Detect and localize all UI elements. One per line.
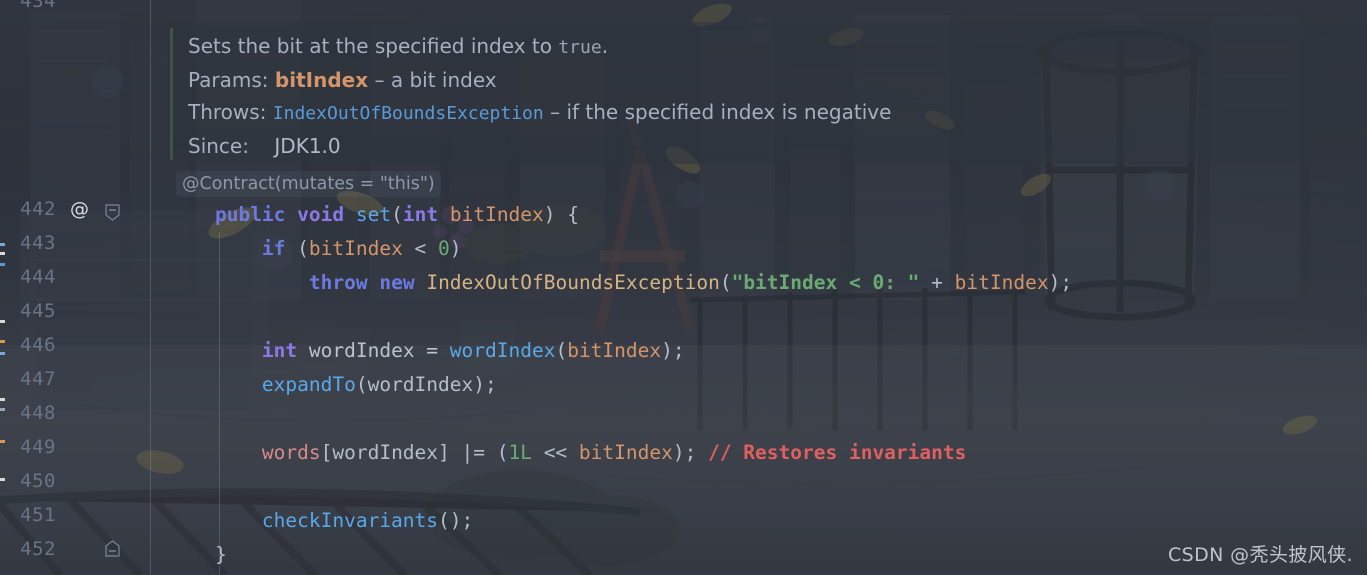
code-token: }	[168, 543, 227, 566]
code-token: 0	[438, 237, 450, 260]
code-line[interactable]	[0, 300, 1367, 334]
code-token: (	[719, 271, 732, 294]
code-token: void	[297, 203, 345, 226]
code-token: public	[214, 203, 286, 226]
doc-throws-dash: –	[543, 100, 567, 124]
code-line[interactable]: }	[0, 538, 1367, 572]
code-token: ();	[438, 509, 474, 532]
doc-summary-code: true	[558, 37, 602, 58]
code-token: "bitIndex < 0: "	[731, 271, 920, 294]
code-line[interactable]: expandTo(wordIndex);	[0, 368, 1367, 402]
code-token: +	[919, 271, 955, 294]
code-token: <	[402, 237, 439, 260]
code-token: bitIndex	[954, 271, 1049, 294]
code-line[interactable]	[0, 470, 1367, 504]
code-line[interactable]: throw new IndexOutOfBoundsException("bit…	[0, 266, 1367, 300]
code-token: expandTo	[261, 373, 356, 396]
doc-params-dash: –	[368, 68, 391, 92]
code-token: (	[555, 339, 568, 362]
code-token: wordIndex =	[297, 339, 450, 362]
code-token: (wordIndex);	[355, 373, 497, 396]
doc-since-value: JDK1.0	[274, 134, 341, 158]
code-token: bitIndex	[308, 237, 403, 260]
code-editor[interactable]: 434 442 443 444 445 446 447 448 449 450 …	[0, 0, 1367, 575]
code-token: [wordIndex] |= (	[320, 441, 509, 464]
code-token: bitIndex	[449, 203, 544, 226]
code-token: )	[449, 237, 462, 260]
code-token: bitIndex	[578, 441, 673, 464]
doc-summary-prefix: Sets the bit at the specified index to	[188, 34, 559, 58]
code-token: <<	[531, 441, 579, 464]
code-token: throw	[308, 271, 368, 294]
code-line[interactable]: words[wordIndex] |= (1L << bitIndex); //…	[0, 436, 1367, 470]
code-token: 1L	[508, 441, 532, 464]
code-token: (	[391, 203, 403, 226]
code-token: if	[261, 237, 286, 260]
code-line[interactable]	[0, 402, 1367, 436]
documentation-popup[interactable]: Sets the bit at the specified index to t…	[168, 22, 1367, 164]
doc-params-label: Params:	[188, 68, 269, 92]
doc-throws-row: Throws: IndexOutOfBoundsException – if t…	[188, 96, 1367, 130]
doc-params-row: Params: bitIndex – a bit index	[188, 64, 1367, 96]
code-token: bitIndex	[567, 339, 662, 362]
code-token: );	[1048, 271, 1073, 294]
code-token: wordIndex	[449, 339, 556, 362]
code-token: set	[355, 203, 392, 226]
code-token: int	[261, 339, 298, 362]
code-token: int	[402, 203, 439, 226]
code-token: new	[379, 271, 415, 294]
watermark: CSDN @秃头披风侠.	[1167, 544, 1353, 566]
doc-throws-type-link[interactable]: IndexOutOfBoundsException	[273, 103, 544, 124]
doc-since-row: Since: JDK1.0	[188, 130, 1367, 162]
code-token: IndexOutOfBoundsException	[426, 271, 720, 294]
doc-throws-desc: if the specified index is negative	[566, 100, 892, 124]
code-line[interactable]: public void set(int bitIndex) {	[0, 198, 1367, 232]
code-token: checkInvariants	[261, 509, 439, 532]
code-token: ) {	[543, 203, 580, 226]
code-line[interactable]: checkInvariants();	[0, 504, 1367, 538]
doc-summary-suffix: .	[601, 34, 609, 58]
doc-params-desc: a bit index	[390, 68, 497, 92]
doc-params-name: bitIndex	[274, 68, 369, 92]
doc-summary: Sets the bit at the specified index to t…	[188, 30, 1367, 64]
doc-since-label: Since:	[188, 134, 249, 158]
inlay-hint-contract[interactable]: @Contract(mutates = "this")	[176, 171, 441, 197]
code-token: (	[285, 237, 309, 260]
doc-space	[249, 134, 274, 158]
code-token: );	[672, 441, 697, 464]
code-token: words	[261, 441, 321, 464]
code-token: // Restores invariants	[708, 441, 967, 464]
code-line[interactable]: int wordIndex = wordIndex(bitIndex);	[0, 334, 1367, 368]
doc-throws-label: Throws:	[188, 100, 267, 124]
code-token: );	[661, 339, 685, 362]
code-line[interactable]: if (bitIndex < 0)	[0, 232, 1367, 266]
